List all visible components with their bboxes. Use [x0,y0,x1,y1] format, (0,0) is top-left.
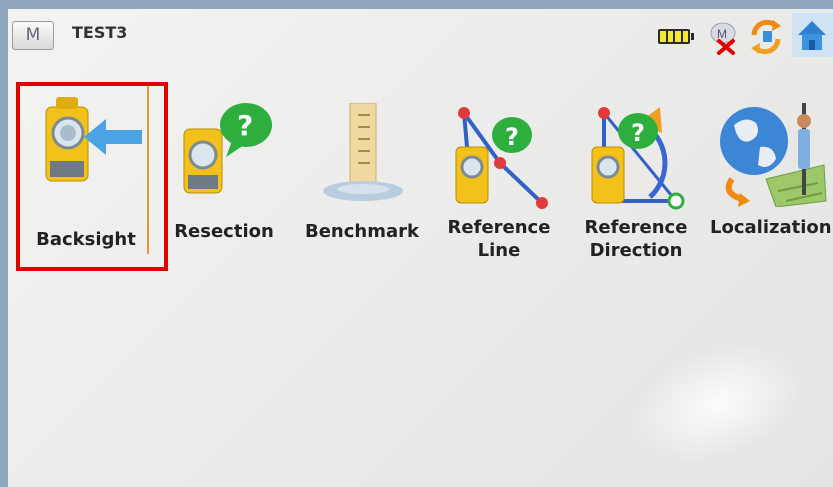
svg-text:?: ? [505,123,519,151]
tile-label-line1: Reference [584,217,688,238]
selection-divider [147,84,149,254]
tile-label: Localization [710,217,832,238]
tile-label: Reference Line [436,216,562,262]
screen-glare [614,321,822,487]
home-icon[interactable] [792,13,833,57]
battery-icon [658,29,694,44]
tile-localization[interactable]: Localization [702,77,833,277]
tile-label: Benchmark [305,221,419,242]
tile-label: Resection [174,221,274,242]
resection-icon: ? [183,103,272,194]
sync-icon[interactable] [746,17,786,57]
tile-backsight[interactable]: Backsight [16,77,156,277]
tile-reference-line[interactable]: ? Reference Line [436,77,562,277]
main-menu-button[interactable]: M [12,21,54,50]
benchmark-icon [323,103,403,201]
backsight-icon [45,97,142,182]
tile-label-line2: Line [477,240,521,261]
tile-reference-direction[interactable]: ? Reference Direction [572,77,700,277]
tile-label: Backsight [36,229,136,250]
tile-label-line1: Reference [447,217,551,238]
tile-label-line2: Direction [589,240,683,261]
reference-line-icon: ? [455,107,548,209]
app-screen: M TEST3 M Backsight ? Resection Benchmar… [8,9,833,487]
svg-text:?: ? [237,109,253,142]
svg-text:M: M [717,27,727,41]
svg-text:?: ? [631,119,645,147]
job-title: TEST3 [72,23,128,42]
localization-icon [720,103,827,207]
tile-benchmark[interactable]: Benchmark [296,77,428,277]
tool-grid: Backsight ? Resection Benchmark ? Refere… [8,77,833,277]
radio-disconnected-icon[interactable]: M [703,17,743,55]
tile-label: Reference Direction [572,216,700,262]
reference-direction-icon: ? [591,107,685,210]
top-bar: M TEST3 M [8,9,833,61]
tile-resection[interactable]: ? Resection [166,77,282,277]
